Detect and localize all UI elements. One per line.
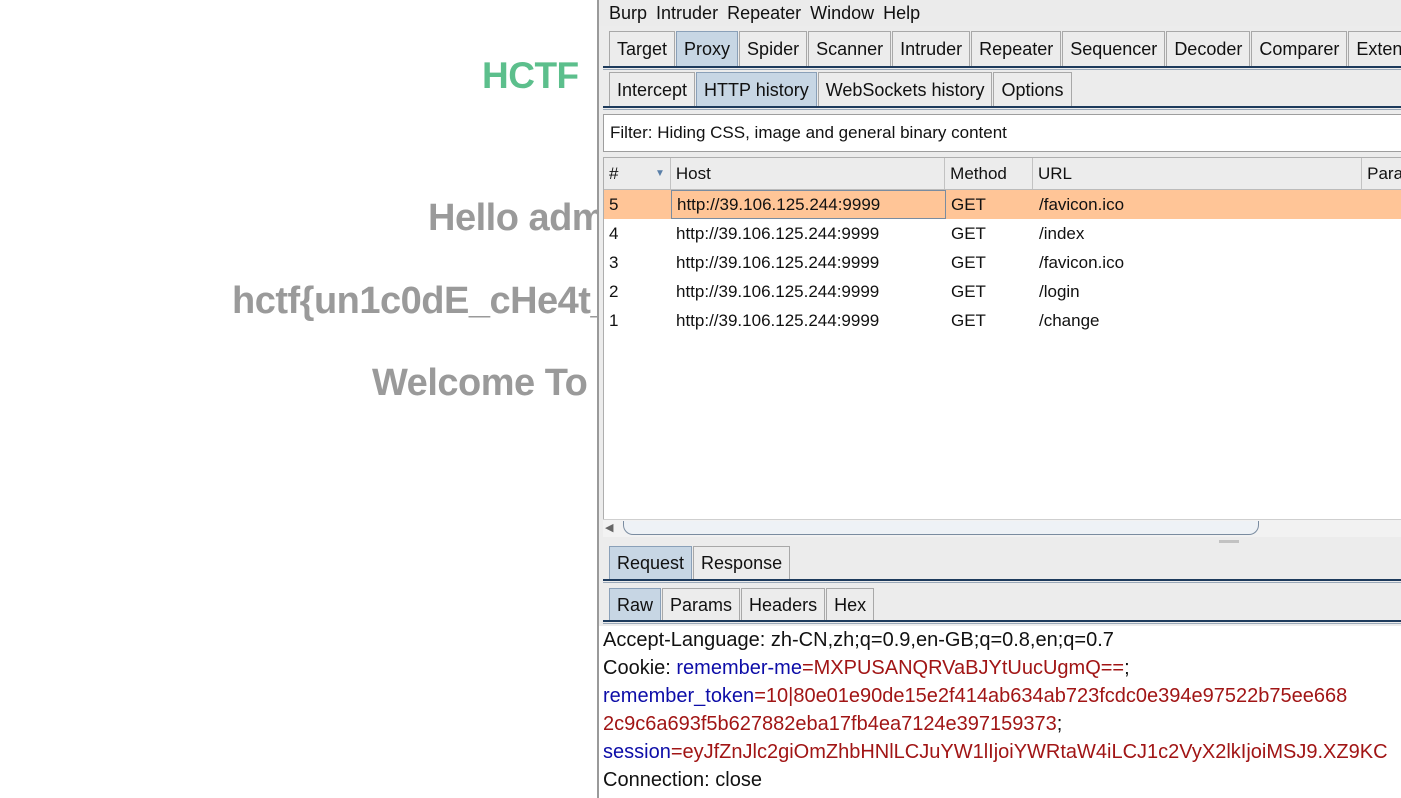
- cookie-key-remember-me: remember-me: [676, 657, 802, 679]
- tab-intruder[interactable]: Intruder: [892, 31, 971, 67]
- table-row[interactable]: 3 http://39.106.125.244:9999 GET /favico…: [604, 248, 1401, 277]
- semicolon: ;: [1056, 713, 1063, 735]
- sort-down-icon: ▼: [654, 168, 665, 179]
- tab-hex[interactable]: Hex: [826, 588, 875, 621]
- tab-intercept[interactable]: Intercept: [609, 72, 696, 108]
- column-header-num[interactable]: # ▼: [604, 158, 671, 189]
- cookie-remember-token-cont: 2c9c6a693f5b627882eba17fb4ea7124e3971593…: [603, 710, 1401, 738]
- burp-window: Burp Intruder Repeater Window Help Targe…: [597, 0, 1401, 798]
- tab-repeater[interactable]: Repeater: [971, 31, 1062, 67]
- site-logo[interactable]: HCTF: [482, 55, 579, 97]
- cell-url: /favicon.ico: [1039, 252, 1125, 272]
- cookie-key-session: session: [603, 741, 671, 763]
- scroll-left-icon[interactable]: ◀: [605, 521, 613, 534]
- table-row[interactable]: 1 http://39.106.125.244:9999 GET /change: [604, 306, 1401, 335]
- header-cookie: Cookie: remember-me=MXPUSANQRVaBJYtUucUg…: [603, 654, 1401, 682]
- cookie-label: Cookie:: [603, 657, 677, 679]
- flag-text: hctf{un1c0dE_cHe4t_: [232, 280, 612, 322]
- message-tabs: Request Response: [609, 546, 791, 580]
- column-header-method[interactable]: Method: [945, 158, 1033, 189]
- cell-host: http://39.106.125.244:9999: [676, 252, 880, 272]
- horizontal-scrollbar[interactable]: ◀: [603, 519, 1401, 537]
- welcome-text: Welcome To I: [372, 362, 608, 404]
- tab-response[interactable]: Response: [693, 546, 791, 580]
- column-header-params[interactable]: Para: [1362, 158, 1401, 189]
- cell-method: GET: [951, 194, 986, 214]
- tab-headers[interactable]: Headers: [741, 588, 826, 621]
- cookie-value-remember-me: MXPUSANQRVaBJYtUucUgmQ==: [813, 657, 1125, 679]
- tab-extender[interactable]: Extend: [1348, 31, 1401, 67]
- equals-sign: =: [670, 741, 683, 763]
- proxy-tabs: Intercept HTTP history WebSockets histor…: [609, 72, 1073, 108]
- tab-sequencer[interactable]: Sequencer: [1062, 31, 1166, 67]
- cell-num: 1: [609, 310, 619, 330]
- tab-http-history[interactable]: HTTP history: [696, 72, 817, 108]
- menu-burp[interactable]: Burp: [609, 3, 647, 24]
- menu-help[interactable]: Help: [883, 3, 920, 24]
- cell-url: /favicon.ico: [1039, 194, 1125, 214]
- pane-splitter-handle[interactable]: [1219, 540, 1239, 543]
- equals-sign: =: [801, 657, 814, 679]
- cell-method: GET: [951, 281, 986, 301]
- tab-comparer[interactable]: Comparer: [1251, 31, 1348, 67]
- cookie-value-session: eyJfZnJlc2giOmZhbHNlLCJuYW1lIjoiYWRtaW4i…: [682, 741, 1388, 763]
- cell-host: http://39.106.125.244:9999: [676, 310, 880, 330]
- tab-divider: [603, 579, 1401, 583]
- cookie-value-remember-token: 10|80e01e90de15e2f414ab634ab723fcdc0e394…: [765, 685, 1348, 707]
- column-label: #: [609, 163, 619, 183]
- tab-request[interactable]: Request: [609, 546, 693, 580]
- tab-proxy[interactable]: Proxy: [676, 31, 739, 67]
- tab-raw[interactable]: Raw: [609, 588, 662, 621]
- table-header: # ▼ Host Method URL Para: [604, 158, 1401, 190]
- view-tabs: Raw Params Headers Hex: [609, 588, 875, 621]
- raw-request-editor[interactable]: Accept-Language: zh-CN,zh;q=0.9,en-GB;q=…: [599, 626, 1401, 798]
- tab-divider: [603, 106, 1401, 110]
- cell-method: GET: [951, 310, 986, 330]
- tab-params[interactable]: Params: [662, 588, 741, 621]
- cookie-session: session=eyJfZnJlc2giOmZhbHNlLCJuYW1lIjoi…: [603, 738, 1401, 766]
- menu-bar: Burp Intruder Repeater Window Help: [599, 0, 1401, 26]
- history-table: # ▼ Host Method URL Para 5 http://39.106…: [603, 157, 1401, 522]
- cookie-remember-token: remember_token=10|80e01e90de15e2f414ab63…: [603, 682, 1401, 710]
- filter-bar[interactable]: Filter: Hiding CSS, image and general bi…: [603, 114, 1401, 152]
- cell-method: GET: [951, 223, 986, 243]
- tab-spider[interactable]: Spider: [739, 31, 808, 67]
- cell-host: http://39.106.125.244:9999: [676, 281, 880, 301]
- cell-host: http://39.106.125.244:9999: [676, 223, 880, 243]
- equals-sign: =: [754, 685, 766, 707]
- cell-num: 2: [609, 281, 619, 301]
- cookie-key-remember-token: remember_token: [603, 685, 755, 707]
- tab-scanner[interactable]: Scanner: [808, 31, 892, 67]
- cell-num: 5: [609, 194, 619, 214]
- tab-options[interactable]: Options: [993, 72, 1072, 108]
- cell-url: /index: [1039, 223, 1085, 243]
- menu-repeater[interactable]: Repeater: [727, 3, 801, 24]
- scrollbar-thumb[interactable]: [623, 521, 1259, 535]
- greeting-text: Hello adm: [428, 197, 606, 239]
- tab-websockets-history[interactable]: WebSockets history: [817, 72, 993, 108]
- column-header-host[interactable]: Host: [671, 158, 946, 189]
- header-accept-language: Accept-Language: zh-CN,zh;q=0.9,en-GB;q=…: [603, 629, 1114, 651]
- cell-num: 3: [609, 252, 619, 272]
- table-row[interactable]: 2 http://39.106.125.244:9999 GET /login: [604, 277, 1401, 306]
- cookie-value-remember-token-cont: 2c9c6a693f5b627882eba17fb4ea7124e3971593…: [603, 713, 1057, 735]
- header-connection: Connection: close: [603, 769, 762, 791]
- cell-url: /login: [1039, 281, 1080, 301]
- semicolon: ;: [1124, 657, 1130, 679]
- cell-host: http://39.106.125.244:9999: [671, 190, 946, 219]
- tab-target[interactable]: Target: [609, 31, 676, 67]
- menu-intruder[interactable]: Intruder: [656, 3, 718, 24]
- table-row[interactable]: 5 http://39.106.125.244:9999 GET /favico…: [604, 190, 1401, 219]
- main-tabs: Target Proxy Spider Scanner Intruder Rep…: [609, 31, 1401, 67]
- menu-window[interactable]: Window: [810, 3, 874, 24]
- tab-divider: [603, 620, 1401, 624]
- table-row[interactable]: 4 http://39.106.125.244:9999 GET /index: [604, 219, 1401, 248]
- cell-method: GET: [951, 252, 986, 272]
- cell-num: 4: [609, 223, 619, 243]
- tab-decoder[interactable]: Decoder: [1166, 31, 1251, 67]
- cell-url: /change: [1039, 310, 1100, 330]
- tab-divider: [603, 66, 1401, 70]
- column-header-url[interactable]: URL: [1033, 158, 1363, 189]
